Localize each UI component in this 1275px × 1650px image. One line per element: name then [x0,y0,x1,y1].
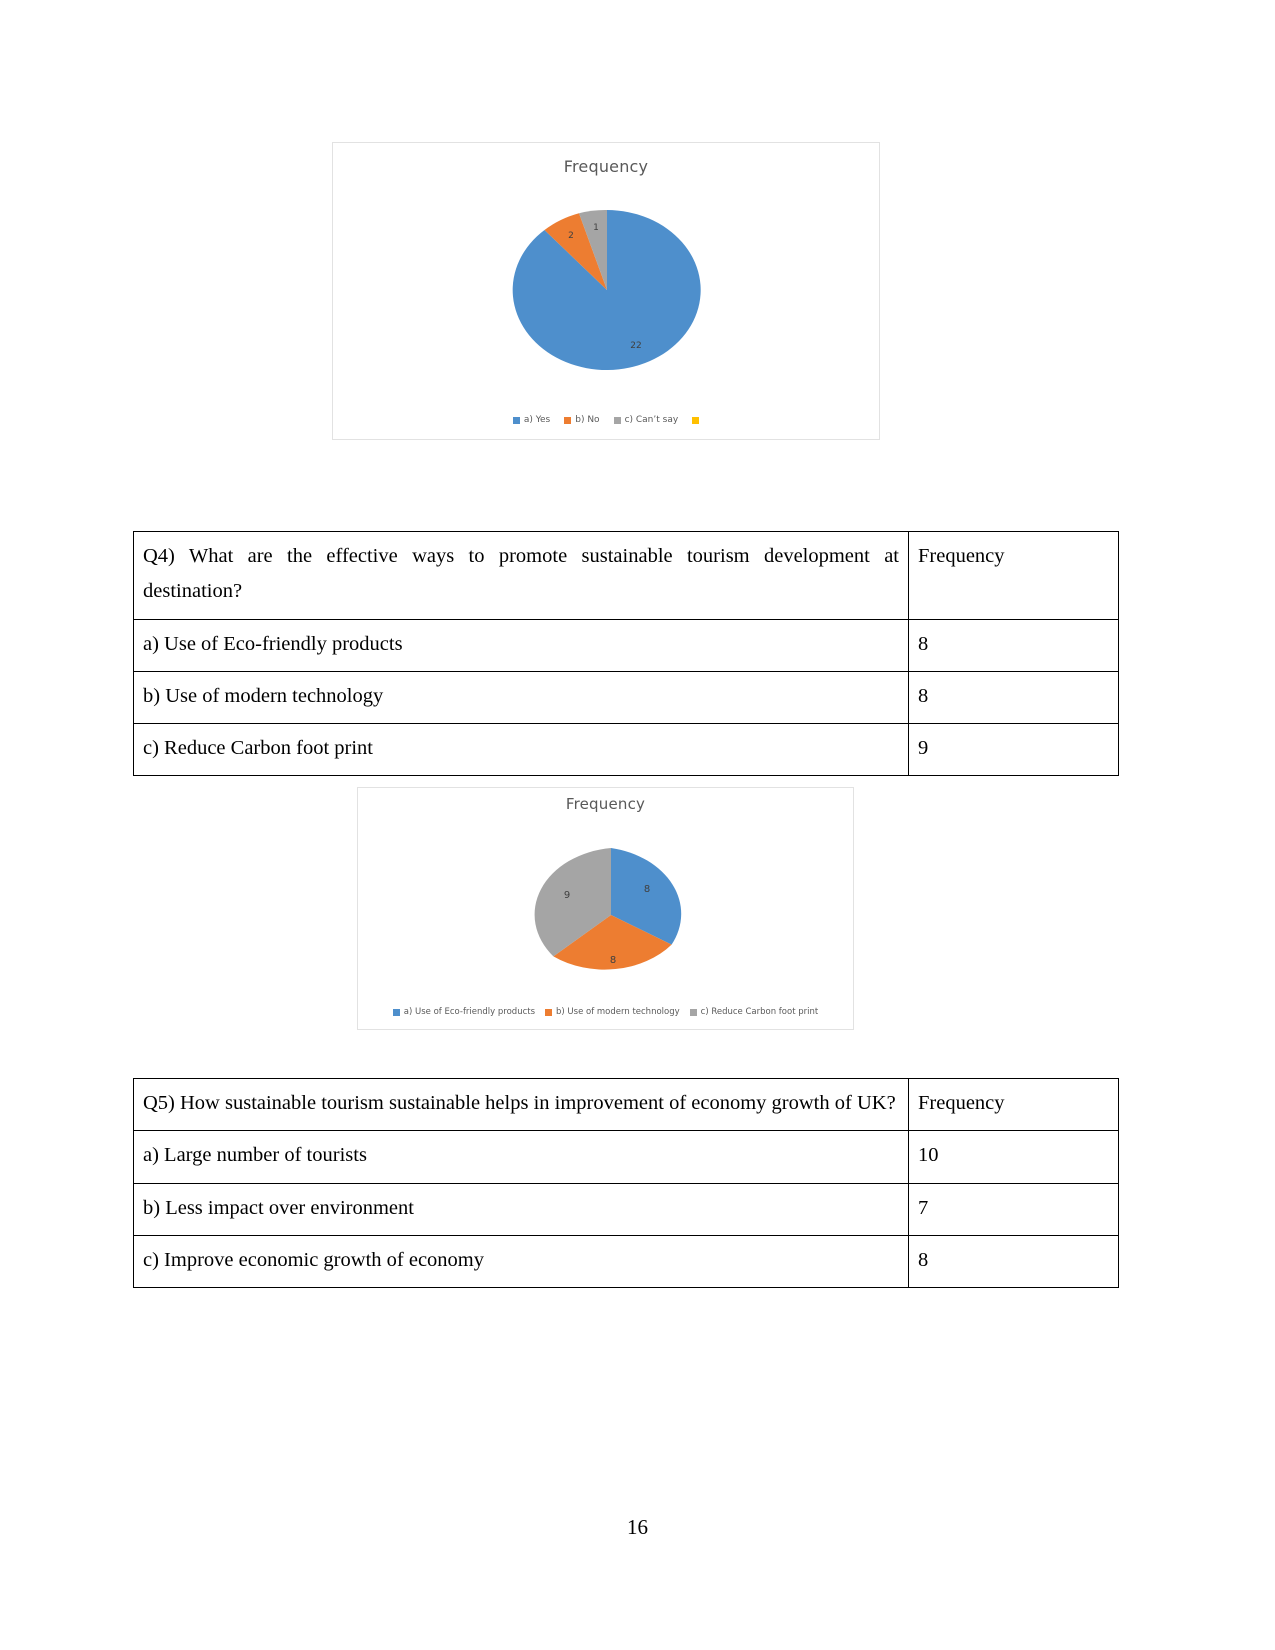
legend-label: c) Can’t say [624,415,679,425]
q4-frequency-a: 8 [908,618,1119,672]
table-row: b) Use of modern technology 8 [133,670,1119,725]
legend-swatch-icon [564,416,572,424]
q4-option-a: a) Use of Eco-friendly products [133,618,909,672]
pie-graphic-q4: 8 8 9 [521,843,701,988]
legend-label: c) Reduce Carbon foot print [700,1007,819,1017]
table-row: a) Use of Eco-friendly products 8 [133,618,1119,672]
legend-swatch-icon [392,1008,400,1016]
legend-swatch-icon [613,416,621,424]
table-row: a) Large number of tourists 10 [133,1130,1119,1184]
table-q5: Q5) How sustainable tourism sustainable … [133,1077,1119,1289]
legend-swatch-icon [689,1008,697,1016]
pie-label-no: 2 [568,231,574,241]
pie-svg-q4: 8 8 9 [534,848,682,970]
q5-option-b: b) Less impact over environment [133,1182,909,1236]
table-row-header: Q4) What are the effective ways to promo… [133,531,1119,620]
legend-item-modern-technology[interactable]: b) Use of modern technology [545,1007,680,1017]
legend-item-yes[interactable]: a) Yes [512,415,551,425]
table-row: c) Reduce Carbon foot print 9 [133,722,1119,777]
q4-frequency-c: 9 [908,722,1119,777]
pie-label-yes: 22 [630,341,641,351]
legend-label: a) Use of Eco-friendly products [403,1007,536,1017]
chart-title-q4: Frequency [565,795,646,813]
page-number: 16 [627,1515,648,1539]
table-row: b) Less impact over environment 7 [133,1182,1119,1236]
chart-legend-q4: a) Use of Eco-friendly products b) Use o… [358,1007,853,1017]
pie-label-cant-say: 1 [593,223,599,233]
q5-frequency-b: 7 [908,1182,1119,1236]
legend-item-no[interactable]: b) No [564,415,600,425]
legend-item-eco-products[interactable]: a) Use of Eco-friendly products [392,1007,536,1017]
legend-swatch-icon [545,1008,553,1016]
legend-swatch-icon [692,416,700,424]
q5-option-a: a) Large number of tourists [133,1130,909,1184]
pie-label-carbon-footprint: 9 [564,890,570,901]
q4-option-c: c) Reduce Carbon foot print [133,722,909,777]
q5-question-cell: Q5) How sustainable tourism sustainable … [133,1077,909,1132]
pie-chart-q3: Frequency 22 2 1 a) Yes b) No c) Can’t s… [332,142,880,440]
legend-item-carbon-footprint[interactable]: c) Reduce Carbon foot print [689,1007,819,1017]
q5-frequency-c: 8 [908,1234,1119,1289]
pie-label-modern-technology: 8 [610,955,616,966]
q4-frequency-header: Frequency [908,531,1119,620]
table-q4: Q4) What are the effective ways to promo… [133,531,1119,777]
legend-swatch-icon [512,416,520,424]
table-row-header: Q5) How sustainable tourism sustainable … [133,1077,1119,1132]
legend-label: b) Use of modern technology [556,1007,680,1017]
pie-graphic-q3: 22 2 1 [509,206,705,374]
chart-legend-q3: a) Yes b) No c) Can’t say [333,415,879,425]
document-page: Frequency 22 2 1 a) Yes b) No c) Can’t s… [0,0,1275,1650]
q5-frequency-header: Frequency [908,1077,1119,1132]
q5-option-c: c) Improve economic growth of economy [133,1234,909,1289]
q4-option-b: b) Use of modern technology [133,670,909,725]
table-row: c) Improve economic growth of economy 8 [133,1234,1119,1289]
legend-item-unlabeled[interactable] [692,416,700,424]
q4-question-cell: Q4) What are the effective ways to promo… [133,531,909,620]
chart-title-q3: Frequency [563,157,649,176]
legend-item-cant-say[interactable]: c) Can’t say [613,415,679,425]
pie-svg-q3: 22 2 1 [512,209,701,370]
pie-label-eco-products: 8 [644,884,650,895]
q5-frequency-a: 10 [908,1130,1119,1184]
q4-frequency-b: 8 [908,670,1119,725]
legend-label: a) Yes [523,415,551,425]
pie-chart-q4: Frequency 8 8 9 a) Use of Eco-friendly p… [357,787,854,1030]
legend-label: b) No [575,415,600,425]
